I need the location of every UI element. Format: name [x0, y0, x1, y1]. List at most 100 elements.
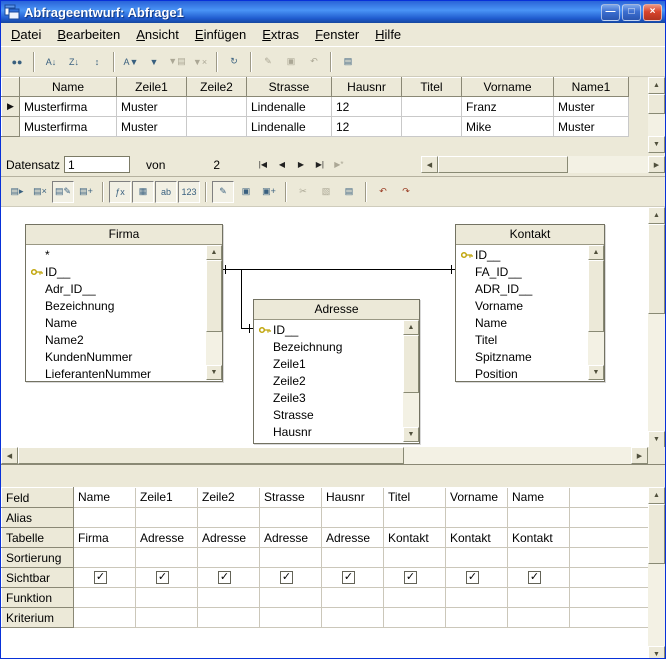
- table-cell[interactable]: Franz: [462, 97, 554, 117]
- grid-cell[interactable]: Kontakt: [446, 528, 508, 548]
- grid-cell[interactable]: [322, 508, 384, 528]
- switch-design-view-icon[interactable]: ▤✎: [52, 181, 74, 203]
- grid-cell[interactable]: [74, 608, 136, 628]
- minimize-button[interactable]: —: [601, 4, 620, 21]
- grid-cell[interactable]: [570, 548, 649, 568]
- visible-checkbox[interactable]: ✓: [280, 571, 293, 584]
- menu-bearbeiten[interactable]: Bearbeiten: [49, 25, 128, 44]
- grid-cell[interactable]: Strasse: [260, 488, 322, 508]
- alias-icon[interactable]: ab: [155, 181, 177, 203]
- save-as-icon[interactable]: ▣+: [258, 181, 280, 203]
- grid-cell[interactable]: [74, 508, 136, 528]
- grid-cell[interactable]: [74, 588, 136, 608]
- grid-cell[interactable]: [136, 548, 198, 568]
- run-query-icon[interactable]: ▤▸: [6, 181, 28, 203]
- sort-ascending-icon[interactable]: A↓: [40, 51, 62, 73]
- sort-descending-icon[interactable]: Z↓: [63, 51, 85, 73]
- column-header[interactable]: Zeile1: [117, 78, 187, 97]
- join-line-firma-kontakt[interactable]: [223, 269, 455, 270]
- table-cell[interactable]: 12: [332, 97, 402, 117]
- menu-hilfe[interactable]: Hilfe: [367, 25, 409, 44]
- scrollbar-track[interactable]: [206, 260, 222, 365]
- scrollbar-track[interactable]: [648, 504, 665, 646]
- grid-cell[interactable]: Adresse: [322, 528, 384, 548]
- column-header[interactable]: Hausnr: [332, 78, 402, 97]
- field-item[interactable]: Zeile3: [254, 389, 403, 406]
- grid-cell[interactable]: [570, 588, 649, 608]
- grid-cell[interactable]: [508, 588, 570, 608]
- scroll-up-icon[interactable]: ▲: [588, 245, 604, 260]
- table-cell[interactable]: Mike: [462, 117, 554, 137]
- join-line-firma-adresse[interactable]: [241, 269, 242, 329]
- grid-vertical-scrollbar[interactable]: ▲ ▼: [648, 487, 665, 659]
- grid-cell[interactable]: [446, 548, 508, 568]
- visible-checkbox[interactable]: ✓: [528, 571, 541, 584]
- grid-cell[interactable]: [136, 588, 198, 608]
- scrollbar-thumb[interactable]: [18, 447, 404, 464]
- table-window-kontakt[interactable]: Kontakt ID__ FA_ID__ ADR_ID__ Vorname Na…: [455, 224, 605, 382]
- visible-checkbox[interactable]: ✓: [94, 571, 107, 584]
- design-vertical-scrollbar[interactable]: ▲ ▼: [648, 207, 665, 448]
- table-title[interactable]: Adresse: [254, 300, 419, 320]
- field-item[interactable]: ADR_ID__: [456, 280, 588, 297]
- results-horizontal-scrollbar[interactable]: ◀ ▶: [421, 156, 665, 173]
- table-cell[interactable]: Lindenalle: [247, 117, 332, 137]
- visible-checkbox[interactable]: ✓: [342, 571, 355, 584]
- table-cell[interactable]: [402, 97, 462, 117]
- grid-row-header[interactable]: Funktion: [2, 588, 74, 608]
- table-cell[interactable]: [187, 117, 247, 137]
- grid-cell[interactable]: Kontakt: [384, 528, 446, 548]
- table-title[interactable]: Kontakt: [456, 225, 604, 245]
- scrollbar-thumb[interactable]: [438, 156, 568, 173]
- grid-cell[interactable]: ✓: [384, 568, 446, 588]
- grid-cell[interactable]: [570, 568, 649, 588]
- maximize-button[interactable]: □: [622, 4, 641, 21]
- copy-icon[interactable]: ▧: [315, 181, 337, 203]
- join-line-firma-adresse[interactable]: [241, 328, 253, 329]
- grid-cell[interactable]: ✓: [260, 568, 322, 588]
- save-icon[interactable]: ▣: [235, 181, 257, 203]
- field-item[interactable]: Bezeichnung: [254, 338, 403, 355]
- visible-checkbox[interactable]: ✓: [156, 571, 169, 584]
- column-header[interactable]: Titel: [402, 78, 462, 97]
- grid-cell[interactable]: Name: [74, 488, 136, 508]
- save-record-icon[interactable]: ▣: [280, 51, 302, 73]
- table-cell[interactable]: Muster: [554, 117, 629, 137]
- undo-data-entry-icon[interactable]: ↶: [303, 51, 325, 73]
- refresh-icon[interactable]: ↻: [223, 51, 245, 73]
- new-record-button[interactable]: ▶*: [329, 156, 348, 174]
- menu-extras[interactable]: Extras: [254, 25, 307, 44]
- table-title[interactable]: Firma: [26, 225, 222, 245]
- menu-datei[interactable]: Datei: [3, 25, 49, 44]
- cut-icon[interactable]: ✂: [292, 181, 314, 203]
- grid-row-header[interactable]: Feld: [2, 488, 74, 508]
- field-item[interactable]: Hausnr: [254, 423, 403, 440]
- titlebar[interactable]: Abfrageentwurf: Abfrage1 — □ ×: [1, 1, 665, 23]
- table-cell[interactable]: [402, 117, 462, 137]
- table-cell[interactable]: [187, 97, 247, 117]
- field-item[interactable]: Position: [456, 365, 588, 380]
- scrollbar-thumb[interactable]: [648, 224, 665, 314]
- visible-checkbox[interactable]: ✓: [218, 571, 231, 584]
- column-header[interactable]: Vorname: [462, 78, 554, 97]
- grid-cell[interactable]: ✓: [198, 568, 260, 588]
- field-item[interactable]: Bezeichnung: [26, 297, 206, 314]
- grid-cell[interactable]: [198, 548, 260, 568]
- table-cell[interactable]: Muster: [554, 97, 629, 117]
- grid-cell[interactable]: [508, 508, 570, 528]
- field-item[interactable]: Adr_ID__: [26, 280, 206, 297]
- grid-cell[interactable]: ✓: [322, 568, 384, 588]
- sort-icon[interactable]: ↕: [86, 51, 108, 73]
- scroll-down-icon[interactable]: ▼: [648, 136, 665, 153]
- column-header[interactable]: Strasse: [247, 78, 332, 97]
- record-number-input[interactable]: [64, 156, 130, 173]
- grid-cell[interactable]: Titel: [384, 488, 446, 508]
- field-item[interactable]: Name: [26, 314, 206, 331]
- grid-cell[interactable]: Hausnr: [322, 488, 384, 508]
- grid-cell[interactable]: Vorname: [446, 488, 508, 508]
- grid-cell[interactable]: [570, 508, 649, 528]
- table-scrollbar[interactable]: ▲ ▼: [206, 245, 222, 380]
- table-cell[interactable]: Lindenalle: [247, 97, 332, 117]
- field-item[interactable]: Name: [456, 314, 588, 331]
- table-cell[interactable]: Musterfirma: [20, 117, 117, 137]
